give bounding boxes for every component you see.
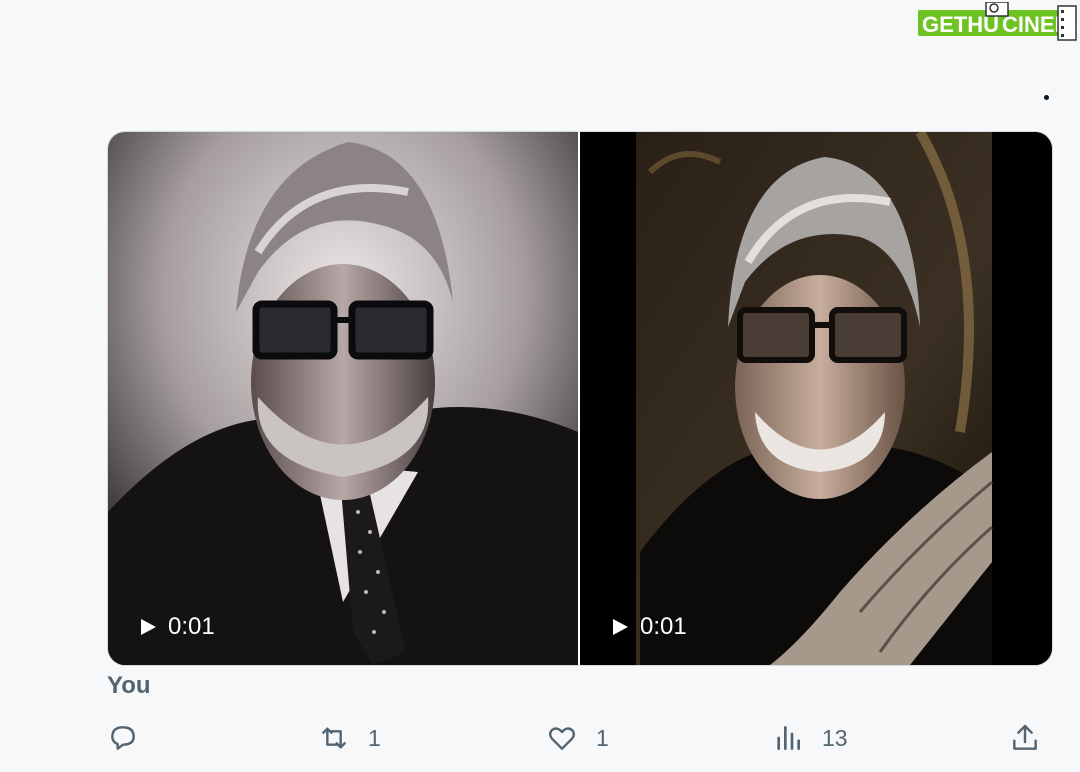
views-button[interactable]: 13 [772, 722, 848, 754]
retweet-button[interactable]: 1 [318, 722, 381, 754]
like-count: 1 [596, 724, 609, 751]
like-button[interactable]: 1 [546, 722, 609, 754]
video-duration-badge-1: 0:01 [138, 613, 215, 641]
bar-chart-icon [777, 726, 800, 750]
video-thumbnail-1 [108, 132, 578, 665]
play-icon [141, 619, 156, 635]
views-count: 13 [822, 724, 848, 751]
tweet-actions: 1 1 13 [0, 722, 1080, 766]
retweet-count: 1 [368, 724, 381, 751]
video-thumbnail-2 [580, 132, 1052, 665]
share-icon [1013, 724, 1037, 750]
video-tile-2[interactable]: 0:01 [580, 132, 1052, 665]
reply-icon [111, 726, 135, 750]
video-duration-2: 0:01 [640, 613, 687, 640]
retweet-icon [322, 727, 346, 749]
share-button[interactable] [1009, 722, 1041, 754]
video-duration-badge-2: 0:01 [610, 613, 687, 641]
play-icon [613, 619, 628, 635]
watermark-logo: GETHU CINEMA [916, 1, 1080, 42]
author-name[interactable]: You [107, 672, 151, 700]
reply-button[interactable] [107, 722, 139, 754]
media-grid: 0:01 0:01 [107, 131, 1053, 666]
video-tile-1[interactable]: 0:01 [108, 132, 578, 665]
video-duration-1: 0:01 [168, 613, 215, 640]
dot-mark [1044, 95, 1049, 100]
heart-icon [548, 727, 576, 750]
